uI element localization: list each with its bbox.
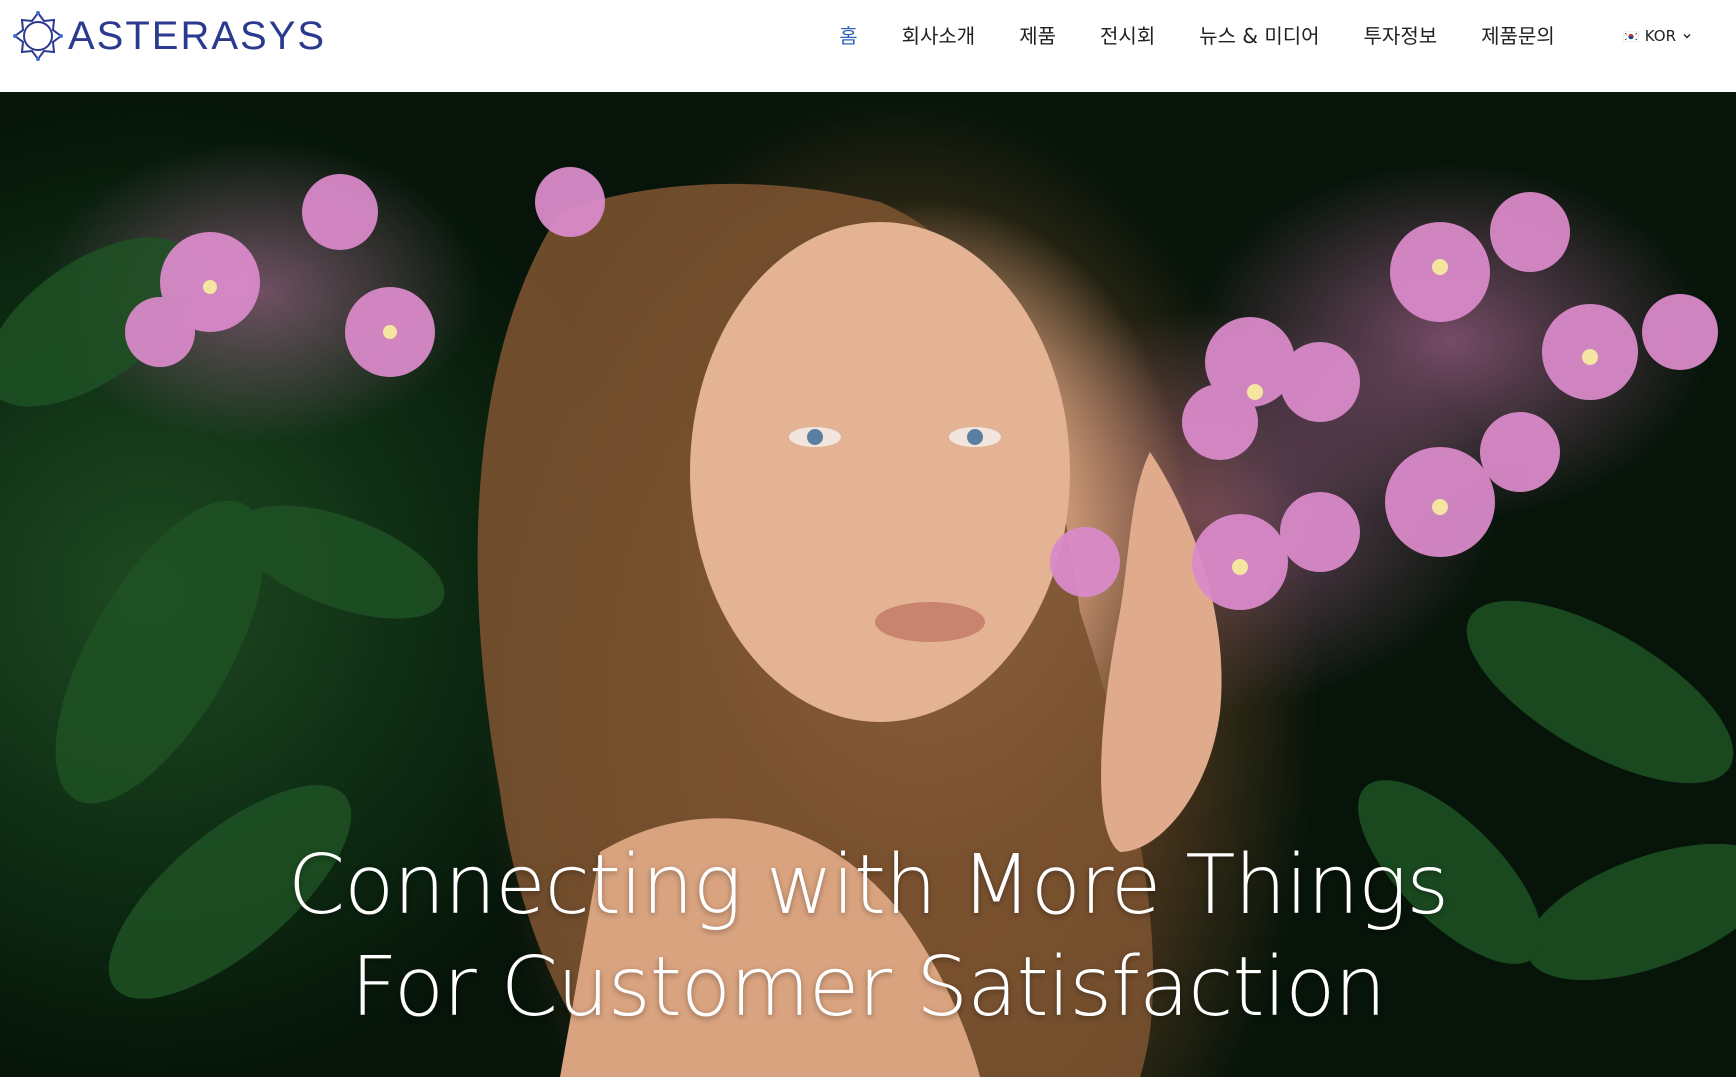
nav-item-home[interactable]: 홈 [839,0,857,72]
language-selector[interactable]: KOR [1622,27,1692,45]
logo-text: ASTERASYS [68,14,327,58]
nav-item-investor[interactable]: 투자정보 [1364,0,1438,72]
asterasys-logo-icon [13,11,63,61]
main-nav: 홈 회사소개 제품 전시회 뉴스 & 미디어 투자정보 제품문의 KOR [839,0,1736,72]
nav-item-exhibitions[interactable]: 전시회 [1100,0,1155,72]
nav-item-inquiry[interactable]: 제품문의 [1481,0,1555,72]
logo-link[interactable]: ASTERASYS [12,10,326,62]
language-label: KOR [1644,27,1676,45]
nav-item-about[interactable]: 회사소개 [902,0,976,72]
nav-item-products[interactable]: 제품 [1019,0,1056,72]
hero-banner: Connecting with More Things For Customer… [0,92,1736,1077]
hero-headline: Connecting with More Things For Customer… [0,835,1736,1039]
korea-flag-icon [1622,30,1639,42]
nav-item-news-media[interactable]: 뉴스 & 미디어 [1199,0,1319,72]
site-header: ASTERASYS 홈 회사소개 제품 전시회 뉴스 & 미디어 투자정보 제품… [0,0,1736,92]
hero-headline-line-2: For Customer Satisfaction [350,939,1387,1035]
chevron-down-icon [1683,34,1691,39]
hero-headline-line-1: Connecting with More Things [287,837,1449,933]
